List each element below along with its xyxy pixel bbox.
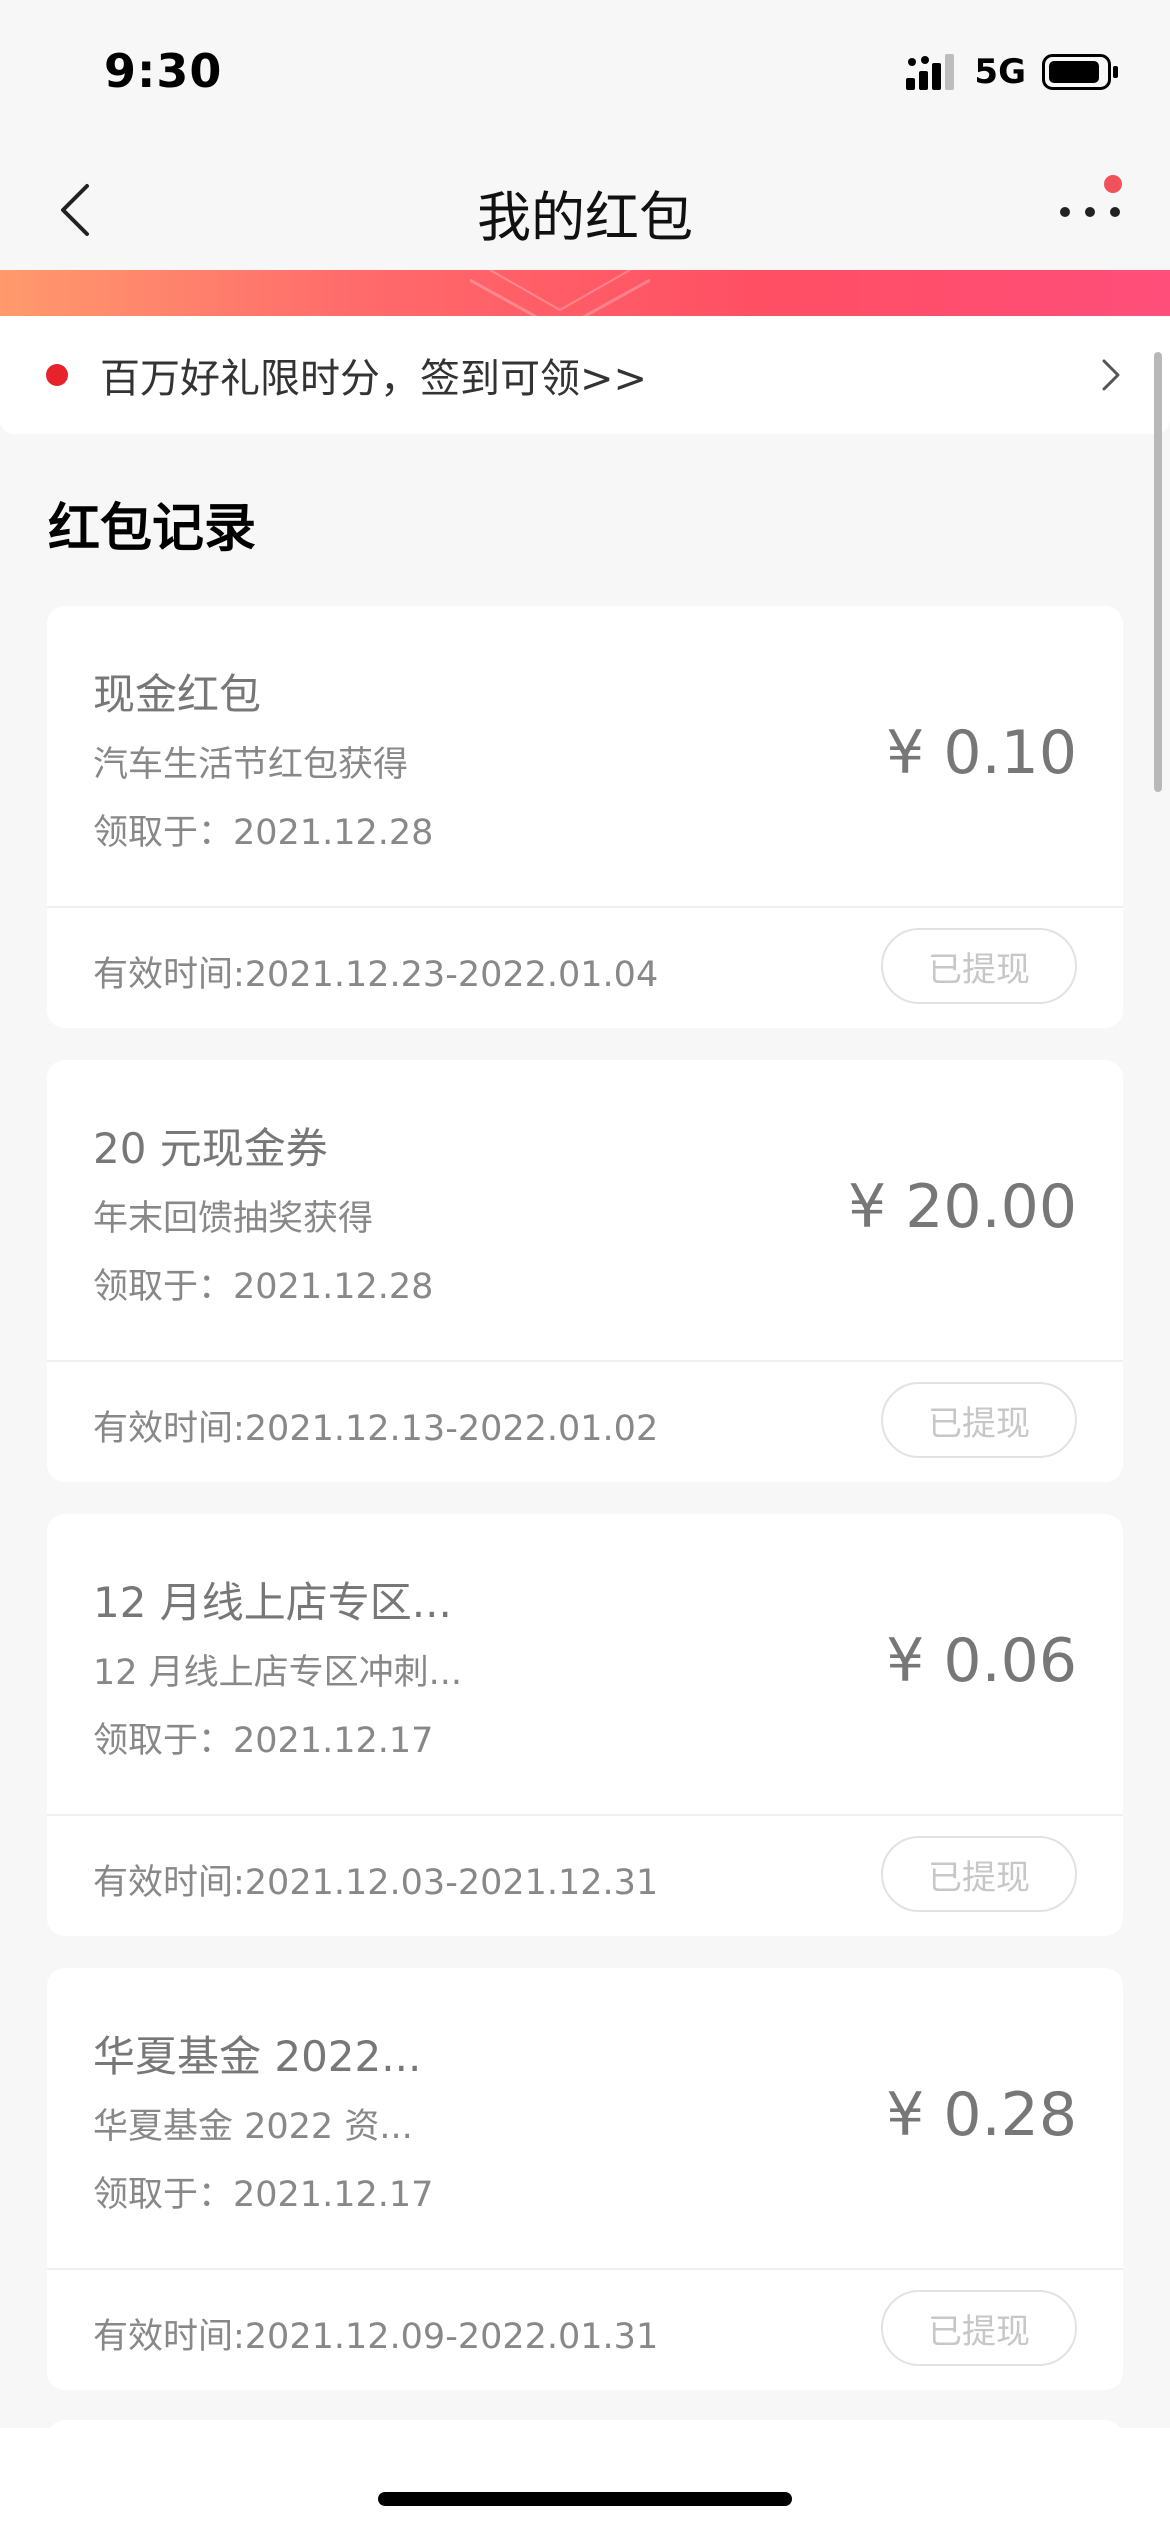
record-card[interactable]: 12 月线上店专区... 12 月线上店专区冲刺... 领取于：2021.12.…: [47, 1514, 1123, 1936]
more-button[interactable]: [1050, 175, 1130, 245]
withdrawn-button[interactable]: 已提现: [881, 2290, 1077, 2366]
status-indicators: 5G: [906, 52, 1120, 92]
status-bar: 9:30 5G: [0, 0, 1170, 145]
section-title: 红包记录: [48, 499, 257, 559]
record-source: 汽车生活节红包获得: [93, 745, 409, 785]
record-source: 12 月线上店专区冲刺...: [93, 1653, 463, 1693]
card-info: 12 月线上店专区... 12 月线上店专区冲刺... 领取于：2021.12.…: [47, 1514, 1123, 1816]
withdrawn-button[interactable]: 已提现: [881, 1836, 1077, 1912]
card-info: 华夏基金 2022... 华夏基金 2022 资... 领取于：2021.12.…: [47, 1968, 1123, 2270]
promo-text: 百万好礼限时分，签到可领>>: [100, 356, 648, 402]
bottom-safe-area: [0, 2428, 1170, 2532]
record-name: 华夏基金 2022...: [93, 2032, 422, 2081]
withdrawn-button[interactable]: 已提现: [881, 928, 1077, 1004]
battery-icon: [1042, 54, 1118, 90]
record-card[interactable]: 现金红包 汽车生活节红包获得 领取于：2021.12.28 ¥ 0.10 有效时…: [47, 606, 1123, 1028]
status-time: 9:30: [104, 44, 223, 98]
page-title: 我的红包: [477, 186, 693, 249]
decorative-pattern-icon: [470, 270, 650, 316]
record-amount: ¥ 0.06: [886, 1626, 1077, 1696]
signal-icon: [906, 54, 955, 90]
record-received-date: 领取于：2021.12.17: [93, 1721, 434, 1761]
card-info: 20 元现金券 年末回馈抽奖获得 领取于：2021.12.28 ¥ 20.00: [47, 1060, 1123, 1362]
record-name: 12 月线上店专区...: [93, 1578, 452, 1627]
record-received-date: 领取于：2021.12.28: [93, 813, 434, 853]
header-gradient-strip: [0, 270, 1170, 316]
record-validity: 有效时间:2021.12.13-2022.01.02: [93, 1409, 659, 1449]
record-card[interactable]: 20 元现金券 年末回馈抽奖获得 领取于：2021.12.28 ¥ 20.00 …: [47, 1060, 1123, 1482]
record-received-date: 领取于：2021.12.28: [93, 1267, 434, 1307]
scrollbar[interactable]: [1154, 352, 1162, 792]
nav-bar: 我的红包: [0, 145, 1170, 270]
record-name: 现金红包: [93, 670, 262, 719]
record-amount: ¥ 0.28: [886, 2080, 1077, 2150]
chevron-right-icon: [1102, 359, 1120, 391]
record-card[interactable]: 华夏基金 2022... 华夏基金 2022 资... 领取于：2021.12.…: [47, 1968, 1123, 2390]
more-dots-icon: [1060, 207, 1120, 217]
record-validity: 有效时间:2021.12.09-2022.01.31: [93, 2317, 659, 2357]
record-source: 华夏基金 2022 资...: [93, 2107, 413, 2147]
card-info: 现金红包 汽车生活节红包获得 领取于：2021.12.28 ¥ 0.10: [47, 606, 1123, 908]
record-validity: 有效时间:2021.12.23-2022.01.04: [93, 955, 659, 995]
record-amount: ¥ 0.10: [886, 718, 1077, 788]
withdrawn-button[interactable]: 已提现: [881, 1382, 1077, 1458]
promo-banner[interactable]: 百万好礼限时分，签到可领>>: [0, 316, 1170, 434]
record-received-date: 领取于：2021.12.17: [93, 2175, 434, 2215]
record-source: 年末回馈抽奖获得: [93, 1199, 374, 1239]
record-amount: ¥ 20.00: [847, 1172, 1077, 1242]
network-label: 5G: [974, 52, 1026, 92]
record-name: 20 元现金券: [93, 1124, 328, 1173]
notification-badge: [1104, 175, 1122, 193]
promo-dot-icon: [46, 364, 68, 386]
home-indicator[interactable]: [378, 2492, 792, 2506]
record-validity: 有效时间:2021.12.03-2021.12.31: [93, 1863, 659, 1903]
